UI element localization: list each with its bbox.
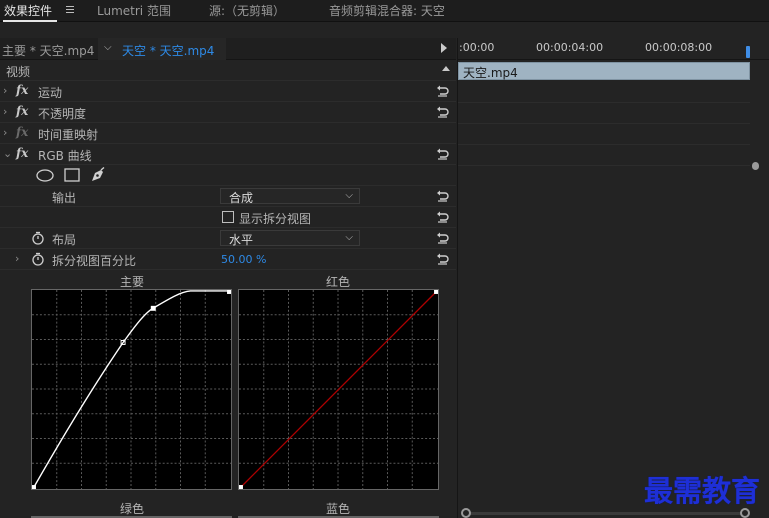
zoom-track[interactable] bbox=[469, 512, 743, 515]
reset-icon[interactable] bbox=[436, 231, 449, 244]
play-icon[interactable] bbox=[441, 43, 447, 53]
chevron-down-icon: ⌵ bbox=[345, 190, 353, 201]
fx-icon[interactable]: fx bbox=[16, 146, 28, 160]
tab-lumetri-scopes[interactable]: Lumetri 范围 bbox=[97, 3, 171, 19]
sequence-bar: 主要 * 天空.mp4 ⌵ 天空 * 天空.mp4 bbox=[0, 38, 456, 60]
show-split-view-label: 显示拆分视图 bbox=[239, 212, 312, 226]
chevron-down-icon: ⌵ bbox=[345, 232, 353, 243]
reset-icon[interactable] bbox=[436, 147, 449, 160]
tab-effect-controls[interactable]: 效果控件 bbox=[4, 3, 52, 19]
curve-label-master: 主要 bbox=[120, 275, 145, 289]
reset-icon[interactable] bbox=[436, 105, 449, 118]
active-tab-indicator bbox=[3, 20, 57, 22]
mini-timeline-panel: :00:00 00:00:04:00 00:00:08:00 天空.mp4 bbox=[457, 38, 769, 518]
red-curve-graph[interactable] bbox=[238, 289, 439, 490]
tab-source[interactable]: 源:（无剪辑） bbox=[209, 3, 285, 19]
panel-menu-icon[interactable] bbox=[66, 6, 74, 14]
timecode-label: 00:00:08:00 bbox=[645, 41, 713, 54]
output-value: 合成 bbox=[229, 191, 254, 205]
effect-label: 不透明度 bbox=[38, 107, 87, 121]
layout-dropdown[interactable]: 水平 ⌵ bbox=[220, 230, 360, 247]
chevron-right-icon[interactable]: › bbox=[3, 126, 7, 139]
track-divider bbox=[458, 102, 750, 103]
watermark-logo: 最需教育 bbox=[644, 474, 761, 508]
section-title: 视频 bbox=[6, 65, 31, 79]
curve-point bbox=[150, 305, 156, 311]
split-view-row: 显示拆分视图 bbox=[0, 207, 456, 228]
effect-label: 运动 bbox=[38, 86, 63, 100]
curve-label-green: 绿色 bbox=[120, 502, 145, 516]
stopwatch-icon[interactable] bbox=[31, 252, 45, 266]
effect-row-time-remapping[interactable]: › fx 时间重映射 bbox=[0, 123, 456, 144]
fx-icon[interactable]: fx bbox=[16, 104, 28, 118]
reset-icon[interactable] bbox=[436, 84, 449, 97]
playhead[interactable] bbox=[746, 46, 750, 58]
ellipse-mask-icon[interactable] bbox=[36, 169, 54, 182]
effect-label: 时间重映射 bbox=[38, 128, 99, 142]
timecode-label: 00:00:04:00 bbox=[536, 41, 604, 54]
chevron-down-icon[interactable]: ⌄ bbox=[3, 147, 12, 160]
chevron-down-icon: ⌵ bbox=[104, 42, 112, 53]
curve-point bbox=[227, 290, 231, 294]
zoom-handle-left[interactable] bbox=[461, 508, 471, 518]
chevron-right-icon[interactable]: › bbox=[3, 105, 7, 118]
effect-label: RGB 曲线 bbox=[38, 149, 92, 163]
output-dropdown[interactable]: 合成 ⌵ bbox=[220, 188, 360, 205]
red-curve-line bbox=[239, 290, 438, 489]
track-divider bbox=[458, 165, 750, 166]
effect-row-opacity[interactable]: › fx 不透明度 bbox=[0, 102, 456, 123]
tab-audio-clip-mixer[interactable]: 音频剪辑混合器: 天空 bbox=[329, 3, 445, 19]
scroll-thumb[interactable] bbox=[752, 162, 759, 170]
pen-mask-icon[interactable] bbox=[90, 167, 106, 183]
panel-tab-bar: 效果控件 Lumetri 范围 源:（无剪辑） 音频剪辑混合器: 天空 bbox=[0, 0, 769, 22]
chevron-right-icon[interactable]: › bbox=[3, 84, 7, 97]
time-ruler[interactable]: :00:00 00:00:04:00 00:00:08:00 bbox=[458, 38, 769, 60]
mask-tools-row bbox=[0, 165, 456, 186]
curve-point bbox=[434, 290, 438, 294]
curve-label-blue: 蓝色 bbox=[326, 502, 351, 516]
master-clip-label[interactable]: 主要 * 天空.mp4 bbox=[2, 42, 94, 59]
sequence-clip-selector[interactable]: ⌵ 天空 * 天空.mp4 bbox=[98, 38, 226, 60]
collapse-up-icon[interactable] bbox=[442, 66, 450, 71]
track-divider bbox=[458, 144, 750, 145]
fx-icon: fx bbox=[16, 125, 29, 139]
track-divider bbox=[458, 123, 750, 124]
curve-point bbox=[32, 485, 36, 489]
timeline-clip[interactable]: 天空.mp4 bbox=[458, 62, 750, 80]
video-section-header: 视频 bbox=[0, 60, 456, 81]
split-percent-label: 拆分视图百分比 bbox=[52, 254, 137, 268]
chevron-right-icon[interactable]: › bbox=[15, 252, 19, 265]
rectangle-mask-icon[interactable] bbox=[64, 168, 80, 182]
fx-icon[interactable]: fx bbox=[16, 83, 28, 97]
layout-label: 布局 bbox=[52, 233, 77, 247]
layout-row: 布局 水平 ⌵ bbox=[0, 228, 456, 249]
output-row: 输出 合成 ⌵ bbox=[0, 186, 456, 207]
split-percent-value[interactable]: 50.00 % bbox=[221, 253, 266, 266]
timecode-label: :00:00 bbox=[459, 41, 495, 54]
output-label: 输出 bbox=[52, 191, 77, 205]
reset-icon[interactable] bbox=[436, 210, 449, 223]
effect-controls-panel: 主要 * 天空.mp4 ⌵ 天空 * 天空.mp4 视频 › fx 运动 › f… bbox=[0, 38, 456, 518]
master-curve-graph[interactable] bbox=[31, 289, 232, 490]
show-split-view-checkbox[interactable] bbox=[222, 211, 234, 223]
reset-icon[interactable] bbox=[436, 252, 449, 265]
effect-row-rgb-curves[interactable]: ⌄ fx RGB 曲线 bbox=[0, 144, 456, 165]
layout-value: 水平 bbox=[229, 233, 254, 247]
curve-label-red: 红色 bbox=[326, 275, 351, 289]
vertical-scrollbar[interactable] bbox=[751, 62, 761, 502]
effect-row-motion[interactable]: › fx 运动 bbox=[0, 81, 456, 102]
curve-point bbox=[239, 485, 243, 489]
stopwatch-icon[interactable] bbox=[31, 231, 45, 245]
reset-icon[interactable] bbox=[436, 189, 449, 202]
split-percent-row: › 拆分视图百分比 50.00 % bbox=[0, 249, 456, 270]
clip-label: 天空.mp4 bbox=[463, 66, 518, 80]
sequence-clip-label: 天空 * 天空.mp4 bbox=[122, 44, 215, 58]
